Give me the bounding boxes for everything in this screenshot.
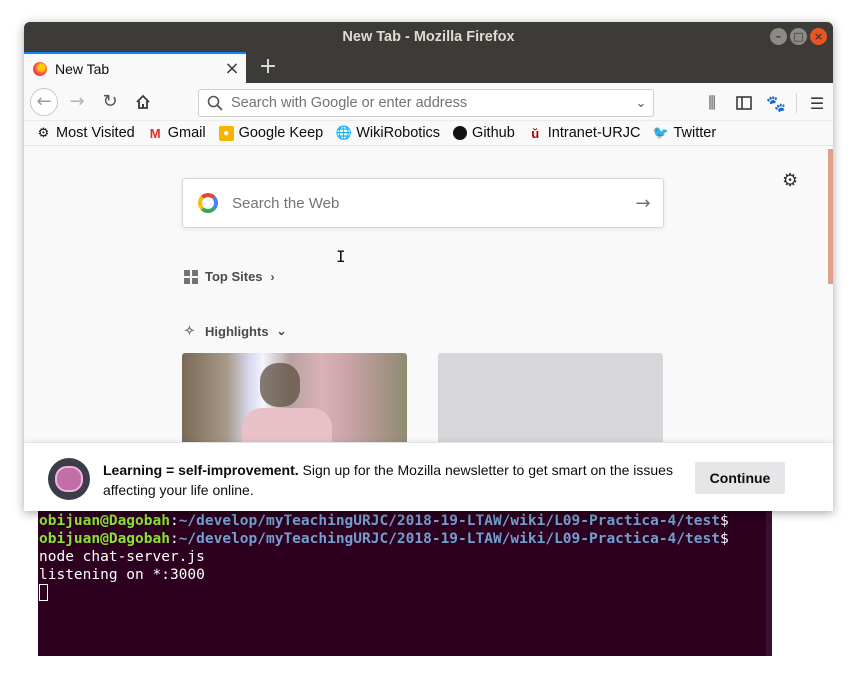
bookmark-most-visited[interactable]: ⚙ Most Visited — [36, 125, 135, 141]
library-icon: ⫼ — [708, 93, 716, 112]
bookmark-label: WikiRobotics — [356, 125, 441, 141]
close-button[interactable]: × — [810, 28, 827, 45]
hamburger-menu-icon: ☰ — [809, 93, 825, 113]
gnome-button[interactable]: 🐾 — [760, 89, 792, 117]
toolbar-right: ⫼ 🐾 ☰ — [696, 89, 833, 117]
prompt-user: obijuan@Dagobah — [39, 513, 170, 529]
highlights-header[interactable]: ✧ Highlights ⌄ — [184, 323, 287, 339]
terminal-window[interactable]: obijuan@Dagobah:~/develop/myTeachingURJC… — [38, 500, 772, 656]
snippet-text: Learning = self-improvement. Sign up for… — [103, 460, 703, 500]
sparkle-icon: ✧ — [184, 323, 195, 338]
tab-bar: New Tab × + — [24, 52, 833, 83]
customize-gear-icon[interactable]: ⚙ — [782, 170, 798, 191]
prompt-colon: : — [169, 531, 179, 547]
terminal-output-line: node chat-server.js — [39, 549, 205, 565]
back-arrow-icon: ← — [36, 91, 52, 112]
keep-icon: ● — [218, 125, 234, 141]
terminal-cursor — [39, 584, 48, 601]
chevron-down-icon: ⌄ — [276, 324, 287, 338]
prompt-symbol: $ — [719, 531, 729, 547]
web-search-box[interactable]: Search the Web → — [182, 178, 664, 228]
bookmark-label: Intranet-URJC — [547, 125, 641, 141]
grid-icon — [184, 269, 198, 284]
window-title: New Tab - Mozilla Firefox — [342, 29, 515, 45]
tab-close-icon[interactable]: × — [222, 58, 242, 79]
globe-icon: 🌐 — [335, 125, 352, 140]
bookmark-label: Gmail — [167, 125, 206, 141]
bookmark-intranet-urjc[interactable]: ǔ Intranet-URJC — [528, 125, 641, 141]
chevron-right-icon: › — [270, 269, 275, 284]
bookmark-github[interactable]: Github — [453, 125, 515, 141]
search-icon — [207, 95, 223, 111]
photo-person — [260, 363, 300, 407]
terminal-scrollbar[interactable] — [766, 500, 772, 656]
top-sites-label: Top Sites — [205, 269, 263, 284]
bookmark-label: Google Keep — [238, 125, 324, 141]
minimize-button[interactable]: – — [770, 28, 787, 45]
prompt-path: ~/develop/myTeachingURJC/2018-19-LTAW/wi… — [178, 513, 720, 529]
prompt-user: obijuan@Dagobah — [39, 531, 170, 547]
page-scrollbar[interactable] — [828, 149, 833, 284]
forward-arrow-icon: → — [69, 91, 85, 112]
terminal-cursor-line — [39, 584, 772, 603]
tab-label: New Tab — [55, 60, 110, 77]
home-icon — [136, 94, 150, 109]
forward-button[interactable]: → — [63, 88, 91, 116]
twitter-icon: 🐦 — [652, 125, 670, 140]
firefox-window: New Tab - Mozilla Firefox – □ × New Tab … — [24, 22, 833, 511]
highlight-card-placeholder[interactable] — [438, 353, 663, 453]
dropdown-icon[interactable]: ⌄ — [629, 96, 653, 111]
gnome-icon: 🐾 — [766, 93, 786, 113]
bookmark-label: Github — [472, 125, 515, 141]
url-bar[interactable]: Search with Google or enter address ⌄ — [198, 89, 654, 117]
prompt-path: ~/develop/myTeachingURJC/2018-19-LTAW/wi… — [178, 531, 720, 547]
desktop: obijuan@Dagobah:~/develop/myTeachingURJC… — [0, 0, 866, 680]
search-go-arrow-icon[interactable]: → — [623, 193, 663, 214]
toolbar-separator — [796, 93, 797, 113]
brain-icon — [48, 458, 90, 500]
home-button[interactable] — [129, 88, 157, 116]
bookmark-google-keep[interactable]: ● Google Keep — [218, 125, 324, 141]
google-logo-icon — [198, 193, 218, 213]
tab-new-tab[interactable]: New Tab × — [24, 52, 246, 83]
highlights-label: Highlights — [205, 323, 269, 339]
firefox-icon — [33, 61, 47, 76]
bookmark-wikirobotics[interactable]: 🌐 WikiRobotics — [336, 125, 440, 141]
new-tab-button[interactable]: + — [256, 54, 280, 80]
menu-button[interactable]: ☰ — [801, 89, 833, 117]
text-cursor-icon: I — [336, 247, 346, 266]
reload-icon: ↻ — [102, 91, 118, 112]
title-bar[interactable]: New Tab - Mozilla Firefox – □ × — [24, 22, 833, 52]
back-button[interactable]: ← — [30, 87, 58, 116]
prompt-colon: : — [169, 513, 179, 529]
bookmark-label: Most Visited — [56, 125, 135, 141]
top-sites-header[interactable]: Top Sites › — [184, 269, 275, 284]
bookmark-label: Twitter — [673, 125, 717, 141]
newsletter-snippet: Learning = self-improvement. Sign up for… — [24, 442, 833, 511]
highlight-card-photo[interactable] — [182, 353, 407, 453]
url-placeholder: Search with Google or enter address — [231, 95, 468, 111]
prompt-symbol: $ — [719, 513, 729, 529]
snippet-headline: Learning = self-improvement. — [103, 462, 299, 478]
continue-button[interactable]: Continue — [695, 462, 785, 494]
terminal-output-line: listening on *:3000 — [39, 567, 205, 583]
urjc-icon: ǔ — [531, 125, 540, 141]
sidebar-button[interactable] — [728, 89, 760, 117]
terminal-prompt-line: obijuan@Dagobah:~/develop/myTeachingURJC… — [39, 512, 772, 530]
reload-button[interactable]: ↻ — [96, 88, 124, 116]
gear-icon: ⚙ — [37, 125, 50, 140]
bookmarks-toolbar: ⚙ Most Visited M Gmail ● Google Keep 🌐 WikiR… — [24, 121, 833, 146]
gmail-icon: M — [149, 125, 161, 141]
github-icon — [453, 126, 468, 140]
bookmark-gmail[interactable]: M Gmail — [148, 125, 206, 141]
bookmark-twitter[interactable]: 🐦 Twitter — [653, 125, 716, 141]
sidebar-icon — [736, 96, 752, 110]
web-search-placeholder: Search the Web — [232, 194, 340, 212]
window-controls: – □ × — [770, 28, 827, 45]
navigation-bar: ← → ↻ Search with Google or enter addres… — [24, 83, 833, 121]
library-button[interactable]: ⫼ — [696, 89, 728, 117]
maximize-button[interactable]: □ — [790, 28, 807, 45]
terminal-prompt-line: obijuan@Dagobah:~/develop/myTeachingURJC… — [39, 530, 772, 548]
